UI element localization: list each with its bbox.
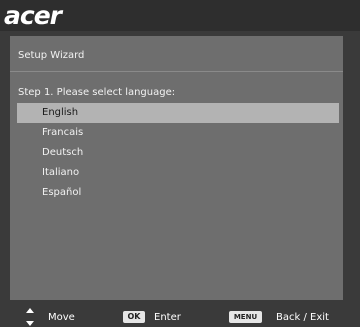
move-hint-label: Move [48, 312, 75, 323]
language-list: English Francais Deutsch Italiano Españo… [17, 103, 339, 203]
panel-title: Setup Wizard [18, 50, 85, 61]
enter-hint-label: Enter [154, 312, 181, 323]
language-option-francais[interactable]: Francais [17, 123, 339, 143]
language-option-english[interactable]: English [17, 103, 339, 123]
ok-key-badge: OK [123, 311, 145, 323]
menu-key-badge: MENU [229, 311, 262, 323]
up-down-arrows-icon [26, 308, 34, 326]
setup-wizard-panel: Setup Wizard Step 1. Please select langu… [10, 36, 343, 300]
footer-hints: Move OK Enter MENU Back / Exit [0, 306, 360, 327]
top-bar: acer [0, 0, 360, 31]
title-divider [10, 71, 343, 72]
step-label: Step 1. Please select language: [18, 87, 176, 98]
acer-logo: acer [4, 1, 62, 30]
language-option-italiano[interactable]: Italiano [17, 163, 339, 183]
language-option-espanol[interactable]: Español [17, 183, 339, 203]
back-exit-hint-label: Back / Exit [276, 312, 329, 323]
language-option-deutsch[interactable]: Deutsch [17, 143, 339, 163]
